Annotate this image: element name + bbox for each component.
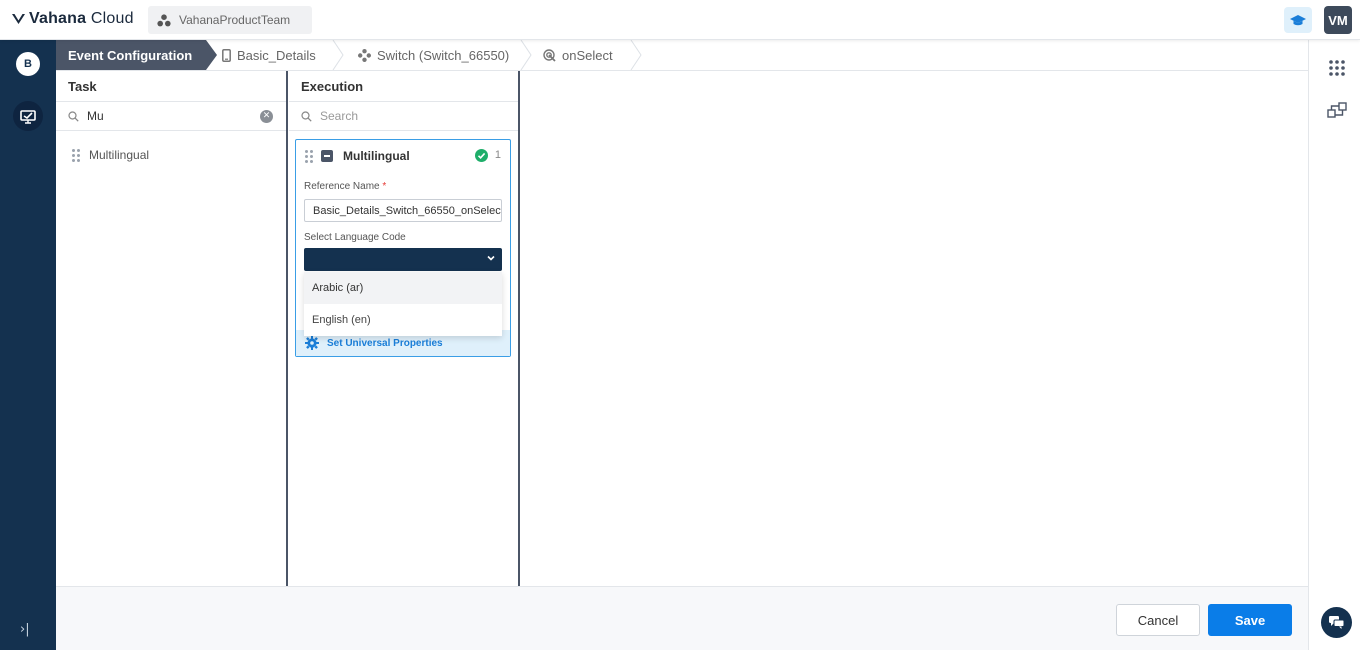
top-bar: Vahana Cloud VahanaProductTeam VM [0,0,1360,40]
language-dropdown-menu: Arabic (ar) English (en) [304,272,502,336]
breadcrumb-basic-details[interactable]: Basic_Details [222,40,316,70]
search-icon [68,110,79,122]
card-title: Multilingual [343,149,410,163]
data-flow-icon[interactable] [1327,101,1347,124]
task-item-multilingual[interactable]: Multilingual [72,148,149,162]
right-tool-rail [1308,40,1360,650]
panel-divider[interactable] [286,71,288,586]
chat-support-icon[interactable] [1321,607,1352,638]
user-avatar[interactable]: VM [1324,6,1352,34]
task-search: ✕ [56,102,287,131]
breadcrumb-event-configuration[interactable]: Event Configuration [56,40,217,70]
save-button[interactable]: Save [1208,604,1292,636]
breadcrumb-separator [520,40,532,70]
language-code-select[interactable] [304,248,502,271]
breadcrumb-separator [630,40,642,70]
expand-rail-icon[interactable]: ›| [20,622,30,637]
vahana-logo-icon [12,14,25,24]
task-panel-title: Task [56,71,287,102]
collapse-icon[interactable] [321,150,333,162]
app-title: Vahana Cloud [29,10,134,27]
task-panel: Task ✕ Multilingual [56,71,287,586]
reference-name-input[interactable] [304,199,502,222]
reference-name-label: Reference Name * [304,181,387,192]
team-icon [157,13,171,26]
drag-handle-icon[interactable] [305,149,313,163]
left-navigation-rail: B ›| [0,40,56,650]
execution-panel: Execution Multilingual 1 Reference Name … [289,71,518,586]
learning-button[interactable] [1284,7,1312,33]
breadcrumb: Event Configuration Basic_Details Switch… [56,40,1308,71]
tap-icon [543,48,556,62]
success-check-icon [475,149,488,162]
graduation-cap-icon [1290,14,1306,25]
breadcrumb-switch[interactable]: Switch (Switch_66550) [358,40,509,70]
app-logo[interactable]: Vahana Cloud [12,10,134,28]
execution-panel-title: Execution [289,71,518,102]
language-option-english[interactable]: English (en) [304,304,502,336]
required-marker: * [382,181,387,192]
team-selector[interactable]: VahanaProductTeam [148,6,312,34]
team-name: VahanaProductTeam [179,13,291,27]
chevron-down-icon [487,255,495,261]
cancel-button[interactable]: Cancel [1116,604,1200,636]
breadcrumb-separator [332,40,344,70]
task-item-label: Multilingual [89,148,150,162]
search-icon [301,110,312,122]
execution-search [289,102,518,131]
task-search-input[interactable] [87,109,247,123]
multilingual-task-card: Multilingual 1 Reference Name * Select L… [295,139,511,357]
execution-search-input[interactable] [320,109,480,123]
app-badge[interactable]: B [16,52,40,76]
switch-icon [358,48,371,62]
breadcrumb-onselect[interactable]: onSelect [543,40,613,70]
phone-icon [222,48,231,62]
configuration-canvas [520,71,1308,586]
gear-icon [305,336,319,350]
set-universal-properties-label: Set Universal Properties [327,337,443,349]
card-step-count: 1 [494,149,501,161]
clear-search-icon[interactable]: ✕ [260,110,273,123]
card-header[interactable]: Multilingual 1 [296,140,510,172]
drag-handle-icon[interactable] [72,148,80,162]
apps-grid-icon[interactable] [1329,60,1345,79]
language-option-arabic[interactable]: Arabic (ar) [304,272,502,304]
event-board-icon[interactable] [13,101,43,131]
footer-bar: Cancel Save [56,586,1308,650]
language-code-label: Select Language Code [304,232,406,243]
